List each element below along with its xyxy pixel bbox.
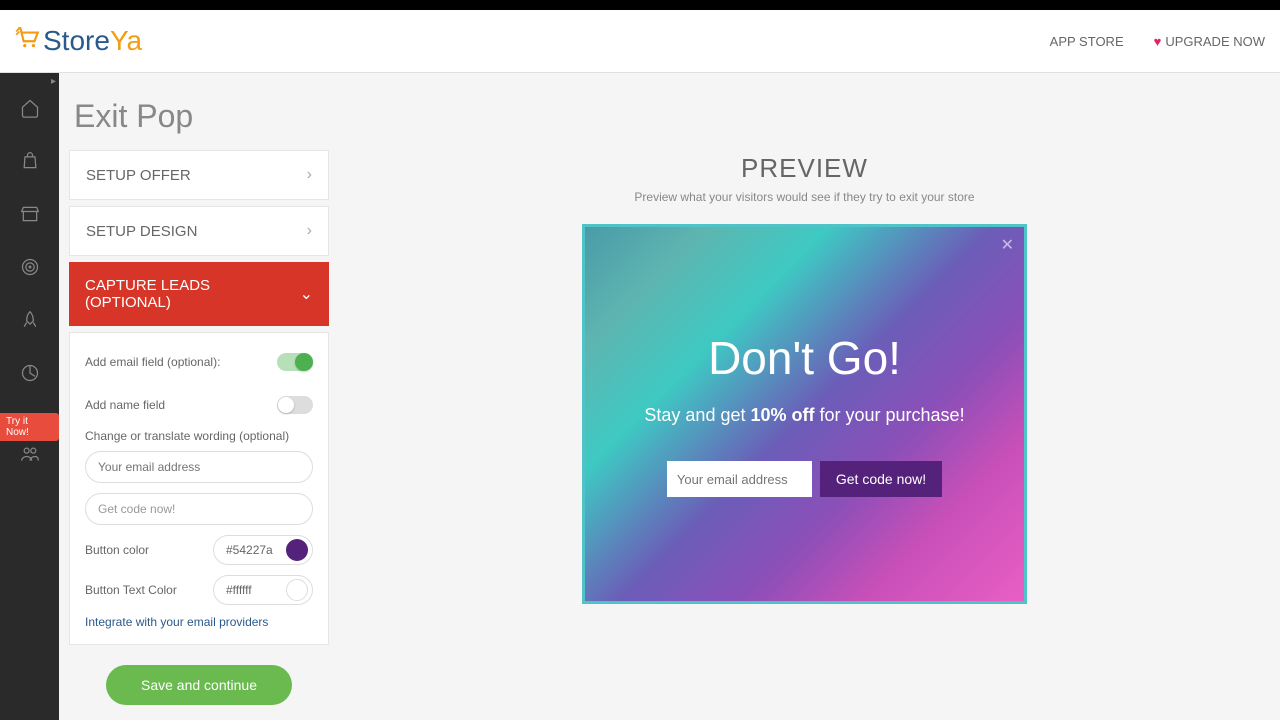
save-continue-button[interactable]: Save and continue [106,665,292,705]
preview-title: PREVIEW [741,153,868,184]
sidebar-rocket-icon[interactable] [0,293,59,346]
add-email-label: Add email field (optional): [85,355,220,369]
heart-icon: ♥ [1154,34,1162,49]
chevron-right-icon: › [307,166,312,184]
color-value: #54227a [226,543,286,557]
logo-text-store: Store [43,25,110,57]
expand-icon[interactable]: ▸ [51,76,56,87]
button-color-input[interactable]: #54227a [213,535,313,565]
preview-area: PREVIEW Preview what your visitors would… [329,73,1280,720]
button-color-label: Button color [85,543,213,557]
app-store-link[interactable]: APP STORE [1050,34,1124,49]
sidebar-target-icon[interactable] [0,240,59,293]
header: StoreYa APP STORE ♥ UPGRADE NOW [0,10,1280,73]
sidebar: ▸ Try it Now! [0,73,59,720]
accordion-label: SETUP DESIGN [86,223,197,240]
popup-sub-pre: Stay and get [644,405,750,425]
preview-subtitle: Preview what your visitors would see if … [634,190,974,204]
popup-submit-button[interactable]: Get code now! [820,461,942,497]
popup-preview: ✕ Don't Go! Stay and get 10% off for you… [582,224,1027,604]
upgrade-link[interactable]: ♥ UPGRADE NOW [1154,34,1265,49]
wording-label: Change or translate wording (optional) [85,429,313,443]
chevron-down-icon: ⌄ [300,284,313,304]
add-name-label: Add name field [85,398,165,412]
accordion-label: SETUP OFFER [86,167,191,184]
page-title: Exit Pop [69,98,329,135]
popup-title: Don't Go! [708,331,901,385]
chevron-right-icon: › [307,222,312,240]
cart-icon [15,25,41,58]
accordion-capture-leads[interactable]: CAPTURE LEADS (OPTIONAL) ⌄ [69,262,329,326]
popup-email-input[interactable] [667,461,812,497]
button-text-color-input[interactable]: #ffffff [213,575,313,605]
close-icon[interactable]: ✕ [1001,235,1014,255]
button-text-color-label: Button Text Color [85,583,213,597]
sidebar-store-icon[interactable] [0,187,59,240]
capture-leads-body: Add email field (optional): Add name fie… [69,332,329,645]
popup-subtitle: Stay and get 10% off for your purchase! [644,405,964,426]
accordion-setup-design[interactable]: SETUP DESIGN › [69,206,329,256]
add-name-toggle[interactable] [277,396,313,414]
button-text-input[interactable] [85,493,313,525]
popup-sub-post: for your purchase! [815,405,965,425]
email-placeholder-input[interactable] [85,451,313,483]
logo-text-ya: Ya [110,25,142,57]
upgrade-label: UPGRADE NOW [1165,34,1265,49]
settings-panel: Exit Pop SETUP OFFER › SETUP DESIGN › CA… [59,73,329,720]
add-email-toggle[interactable] [277,353,313,371]
color-swatch[interactable] [286,539,308,561]
color-value: #ffffff [226,583,286,597]
try-it-badge[interactable]: Try it Now! [0,413,59,441]
sidebar-home-icon[interactable] [0,81,59,134]
color-swatch[interactable] [286,579,308,601]
accordion-label: CAPTURE LEADS (OPTIONAL) [85,277,300,311]
sidebar-bag-icon[interactable] [0,134,59,187]
popup-sub-bold: 10% off [750,405,814,425]
integrate-link[interactable]: Integrate with your email providers [85,615,313,629]
sidebar-chart-icon[interactable] [0,346,59,399]
accordion-setup-offer[interactable]: SETUP OFFER › [69,150,329,200]
logo[interactable]: StoreYa [15,25,142,58]
